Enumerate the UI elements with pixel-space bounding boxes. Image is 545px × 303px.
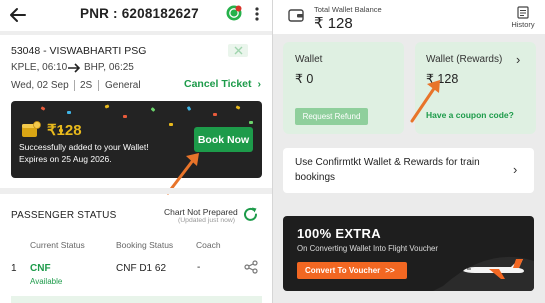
column-booking-status: Booking Status [116,240,174,250]
quota: General [105,80,141,91]
availability-text: Available [30,277,63,286]
convert-to-voucher-label: Convert To Voucher [305,266,381,275]
refresh-icon[interactable] [242,206,259,223]
promo-subtitle: On Converting Wallet Into Flight Voucher [297,244,438,253]
chart-status: Chart Not Prepared [164,207,238,217]
coach-value: - [197,262,201,273]
share-icon[interactable] [244,260,258,274]
rewards-chevron-icon: › [516,52,521,67]
book-now-button[interactable]: Book Now [194,127,253,152]
history-button[interactable]: History [509,6,537,32]
arrival-station: BHP, 06:25 [84,62,134,73]
chevron-right-icon: › [257,78,261,90]
total-balance-amount: ₹ 128 [314,15,353,32]
passenger-status-title: PASSENGER STATUS [11,210,117,221]
train-name: 53048 - VISWABHARTI PSG [11,45,147,57]
column-current-status: Current Status [30,240,85,250]
banner-amount: ₹128 [47,122,82,139]
divider-1 [74,80,75,91]
rewards-card-title: Wallet (Rewards) [426,54,503,65]
bottom-strip [11,296,262,303]
wallet-screen: Total Wallet Balance ₹ 128 History Walle… [273,0,545,303]
wallet-coins-icon [21,121,41,138]
passenger-index: 1 [11,263,17,274]
request-refund-button[interactable]: Request Refund [295,108,368,125]
ticket-screen: PNR : 6208182627 53048 - VISWABHARTI PSG… [0,0,272,303]
column-coach: Coach [196,240,221,250]
route-arrow-icon [67,63,81,73]
cancel-ticket-label: Cancel Ticket [184,78,252,90]
convert-to-voucher-button[interactable]: Convert To Voucher >> [297,262,407,279]
annotation-arrow-icon [407,76,447,124]
history-label: History [511,20,535,29]
whatsapp-icon[interactable] [226,5,242,21]
request-refund-label: Request Refund [302,112,361,121]
airplane-icon [461,257,527,281]
booking-status-value: CNF D1 62 [116,263,167,274]
divider-2 [98,80,99,91]
section-divider [0,188,272,194]
wallet-info-text: Use Confirmtkt Wallet & Rewards for trai… [295,157,480,183]
travel-class: 2S [80,80,93,91]
back-arrow-icon[interactable] [9,6,27,24]
chart-updated-time: (Updated just now) [178,217,236,224]
departure-station: KPLE, 06:10 [11,62,68,73]
banner-expiry: Expires on 25 Aug 2026. [19,154,112,164]
wallet-card-title: Wallet [295,54,323,65]
more-options-icon[interactable] [254,6,260,22]
train-icon [234,46,243,55]
book-now-label: Book Now [197,133,250,146]
wallet-icon [288,9,304,22]
info-chevron-icon: › [513,162,518,177]
header-divider [0,31,272,35]
page-title: PNR : 6208182627 [80,6,199,21]
double-chevron-icon: >> [385,266,395,275]
history-icon [517,6,529,19]
journey-date: Wed, 02 Sep [11,80,69,91]
cancel-ticket-link[interactable]: Cancel Ticket › [184,78,261,90]
promo-headline: 100% EXTRA [297,226,381,241]
banner-message: Successfully added to your Wallet! [19,142,149,152]
wallet-card-amount: ₹ 0 [295,72,314,86]
total-balance-label: Total Wallet Balance [314,5,382,14]
current-status-value: CNF [30,263,51,274]
